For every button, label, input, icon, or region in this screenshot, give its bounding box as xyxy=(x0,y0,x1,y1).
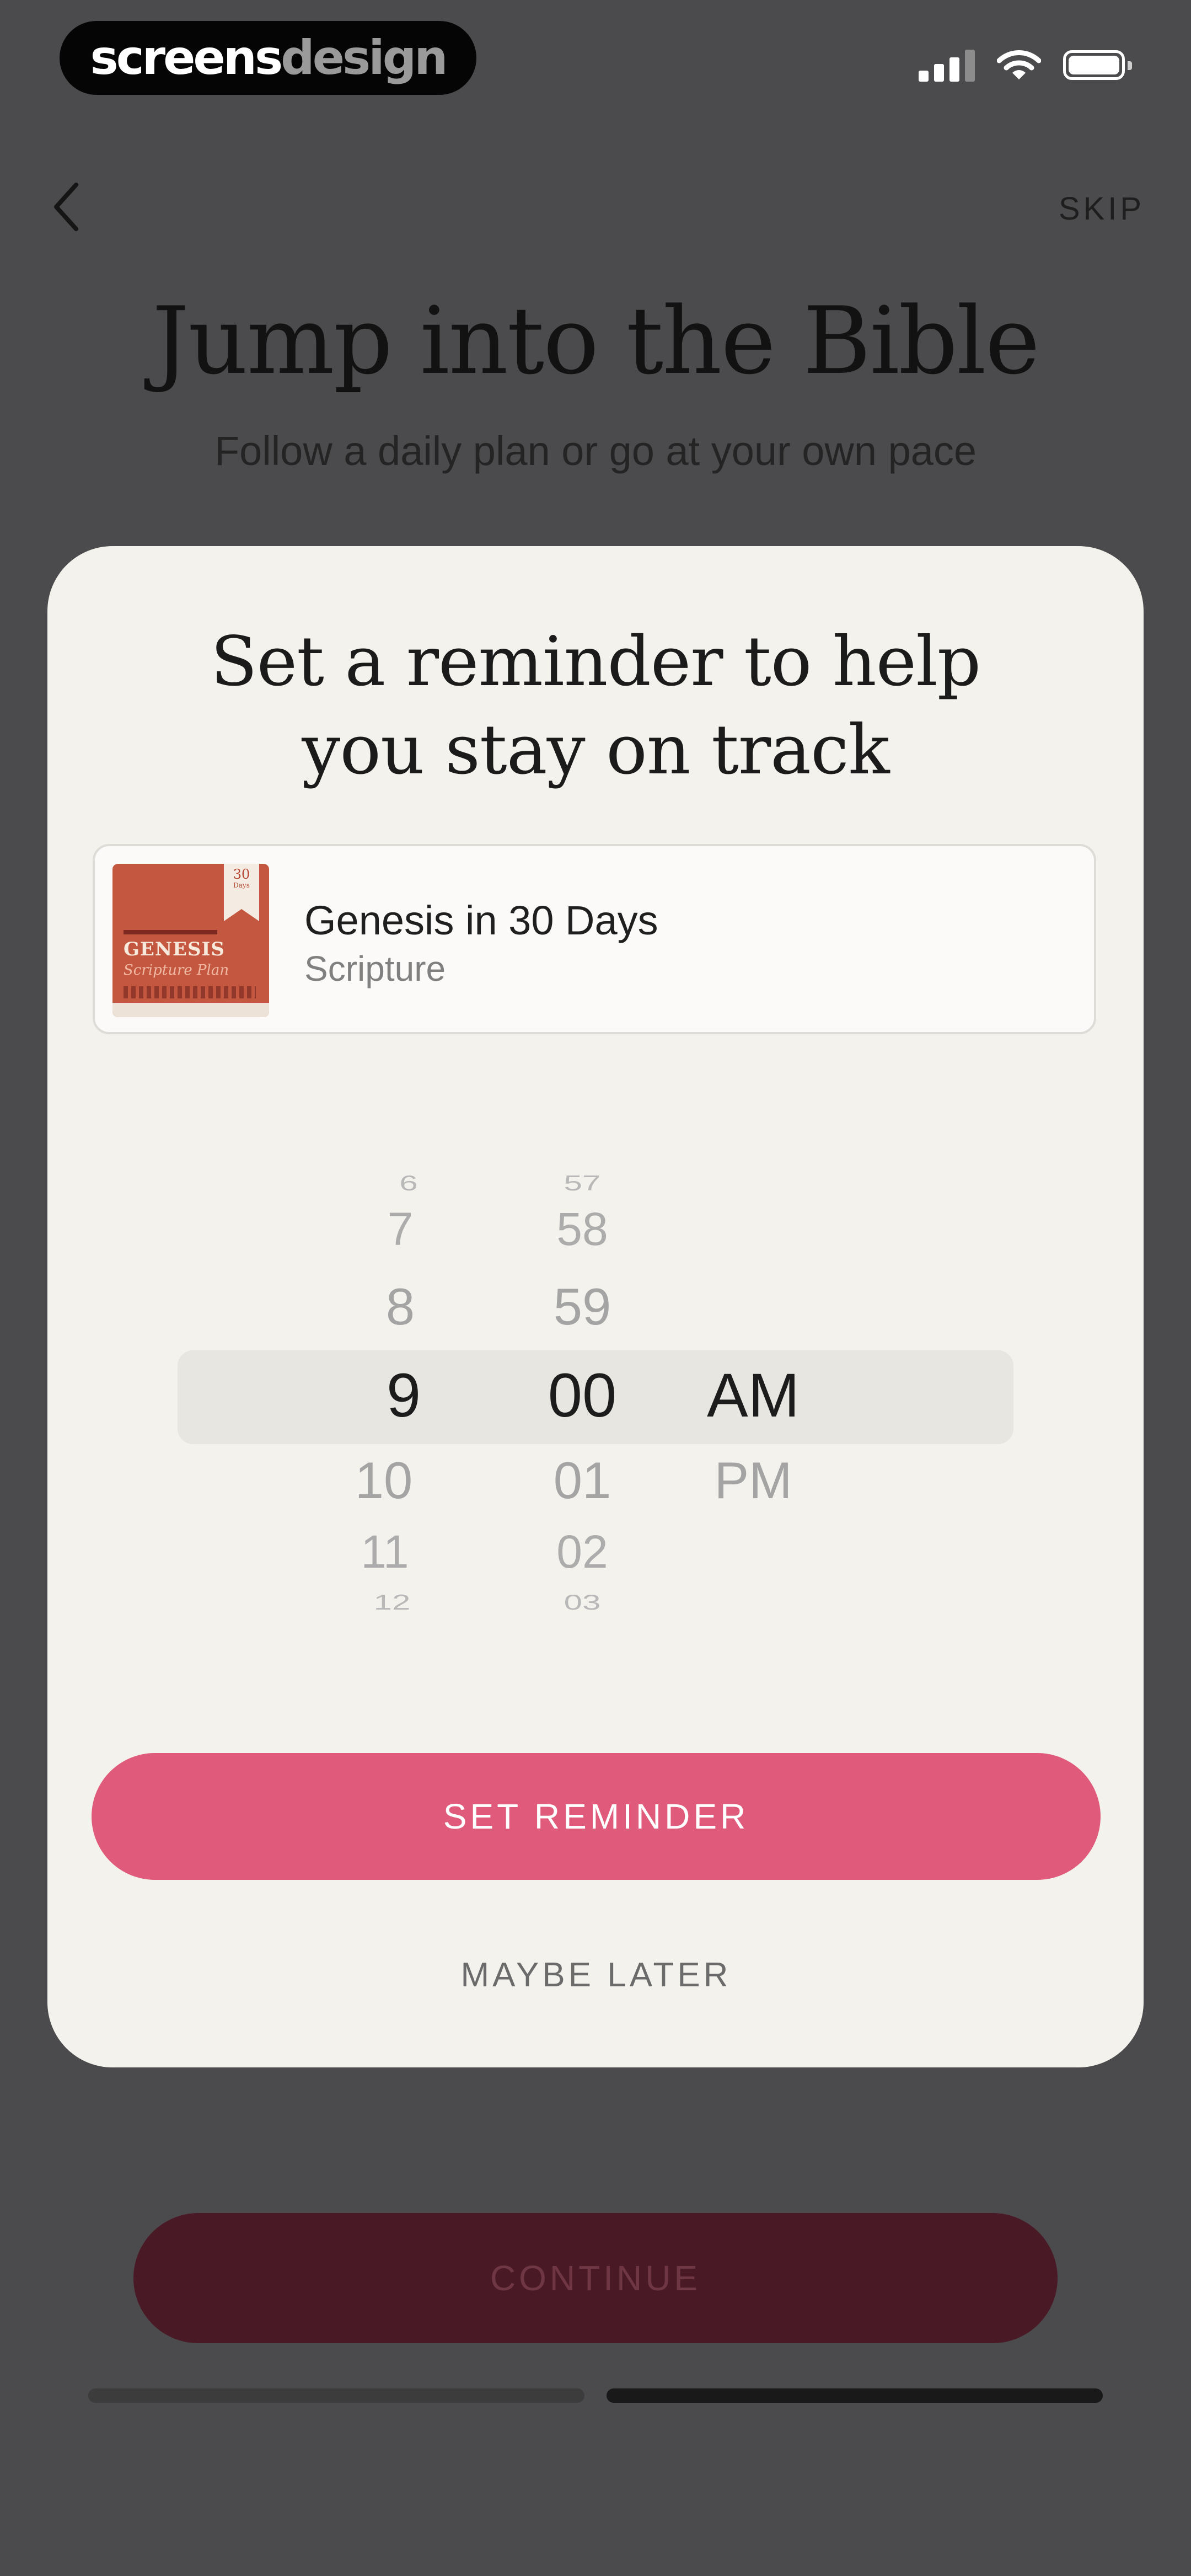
picker-minute-option[interactable]: 03 xyxy=(564,1590,601,1615)
cover-fine-print xyxy=(124,986,256,998)
chevron-left-icon[interactable] xyxy=(44,179,88,234)
picker-period-selected[interactable]: AM xyxy=(707,1360,800,1431)
maybe-later-button[interactable]: MAYBE LATER xyxy=(323,1942,869,2008)
picker-hour-option[interactable]: 7 xyxy=(388,1203,414,1256)
picker-hour-option[interactable]: 6 xyxy=(399,1171,417,1195)
progress-step-2 xyxy=(607,2388,1103,2403)
onboarding-title: Jump into the Bible xyxy=(152,287,1040,395)
picker-period-option[interactable]: PM xyxy=(715,1451,792,1510)
picker-minute-option[interactable]: 57 xyxy=(564,1171,601,1195)
modal-title-line1: Set a reminder to help xyxy=(210,622,981,702)
cover-base xyxy=(112,1003,269,1017)
cover-badge: 30 Days xyxy=(226,867,257,889)
skip-button[interactable]: SKIP xyxy=(1059,190,1145,227)
modal-title: Set a reminder to help you stay on track xyxy=(47,618,1144,794)
screensdesign-watermark: screens design xyxy=(60,21,476,95)
watermark-part1: screens xyxy=(90,30,283,85)
picker-hour-option[interactable]: 10 xyxy=(355,1451,413,1510)
wifi-icon xyxy=(997,50,1041,79)
picker-hour-selected[interactable]: 9 xyxy=(387,1360,421,1431)
picker-minute-option[interactable]: 58 xyxy=(556,1203,608,1256)
watermark-part2: design xyxy=(281,30,448,85)
battery-icon xyxy=(1063,50,1132,80)
picker-minute-option[interactable]: 02 xyxy=(556,1525,608,1579)
picker-hour-option[interactable]: 8 xyxy=(386,1277,415,1337)
continue-button[interactable]: CONTINUE xyxy=(133,2213,1058,2343)
progress-step-1 xyxy=(88,2388,584,2403)
picker-hour-option[interactable]: 11 xyxy=(361,1525,409,1579)
cover-subtitle: Scripture Plan xyxy=(124,962,229,979)
reminder-modal: Set a reminder to help you stay on track… xyxy=(47,546,1144,2067)
status-bar xyxy=(919,49,1132,82)
onboarding-subtitle: Follow a daily plan or go at your own pa… xyxy=(214,428,977,474)
plan-title: Genesis in 30 Days xyxy=(304,897,658,943)
cover-rule xyxy=(124,930,217,934)
set-reminder-button[interactable]: SET REMINDER xyxy=(92,1753,1101,1880)
plan-card: 30 Days GENESIS Scripture Plan Genesis i… xyxy=(93,844,1096,1034)
picker-hour-option[interactable]: 12 xyxy=(374,1590,411,1615)
cover-badge-number: 30 xyxy=(233,867,250,882)
picker-minute-option[interactable]: 59 xyxy=(554,1277,611,1337)
cover-badge-unit: Days xyxy=(233,881,250,889)
plan-category: Scripture xyxy=(304,949,446,988)
cellular-signal-icon xyxy=(919,49,975,82)
modal-title-line2: you stay on track xyxy=(302,710,889,790)
time-picker[interactable]: 6 7 8 9 10 11 12 57 58 59 00 01 02 03 AM… xyxy=(47,1131,1144,1649)
cover-title: GENESIS xyxy=(124,938,225,960)
plan-cover-image: 30 Days GENESIS Scripture Plan xyxy=(112,864,269,1017)
picker-minute-selected[interactable]: 00 xyxy=(548,1360,617,1431)
picker-minute-option[interactable]: 01 xyxy=(554,1451,611,1510)
